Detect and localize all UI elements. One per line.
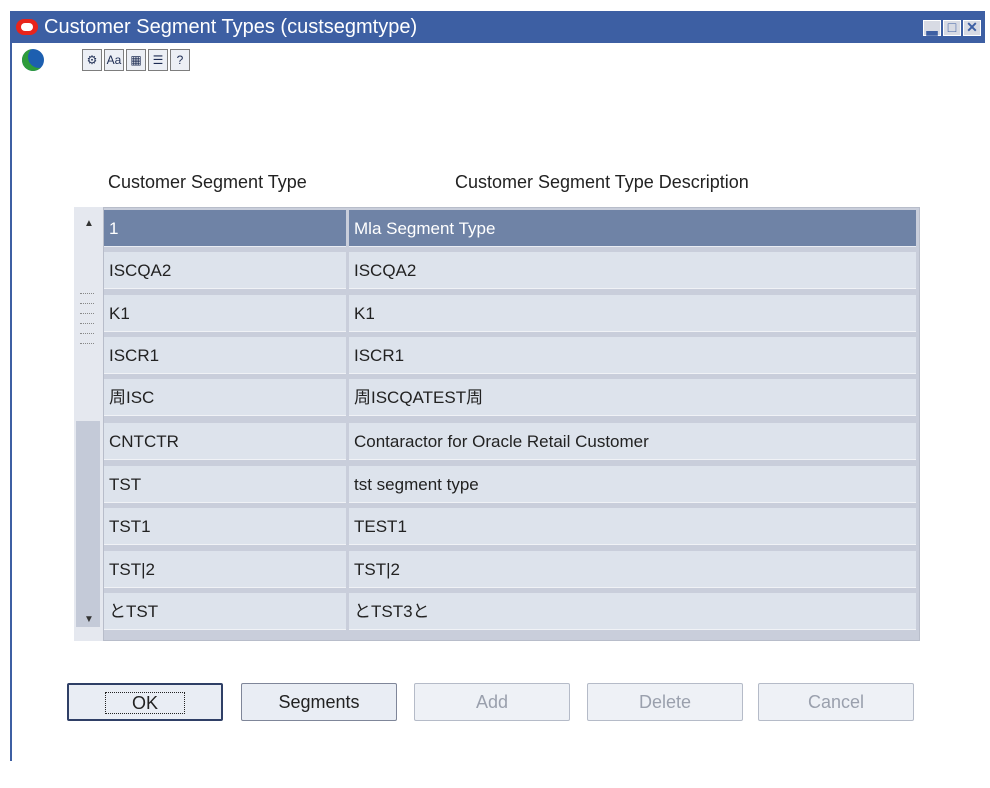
scroll-down-arrow-icon[interactable]: ▼: [81, 613, 97, 627]
oracle-logo-icon: [16, 19, 38, 35]
toolbar: ⚙ Aa ▦ ☰ ?: [10, 43, 985, 93]
close-button[interactable]: ✕: [963, 20, 981, 36]
add-button[interactable]: Add: [414, 683, 570, 721]
segment-description-cell[interactable]: tst segment type: [349, 466, 916, 503]
calendar-icon[interactable]: ▦: [126, 49, 146, 71]
table-row[interactable]: ISCR1 ISCR1: [104, 334, 916, 374]
scroll-up-arrow-icon[interactable]: ▲: [81, 217, 97, 231]
column-header-description: Customer Segment Type Description: [455, 172, 749, 192]
table-row[interactable]: ISCQA2 ISCQA2: [104, 249, 916, 289]
window-left-border: [10, 93, 12, 761]
scroll-grip-icon: [80, 343, 94, 346]
segment-type-cell[interactable]: TST1: [104, 508, 346, 545]
segment-description-cell[interactable]: K1: [349, 295, 916, 332]
scroll-grip-icon: [80, 313, 94, 316]
table-row[interactable]: K1 K1: [104, 292, 916, 332]
table-row[interactable]: 1 Mla Segment Type: [104, 207, 916, 247]
cancel-button[interactable]: Cancel: [758, 683, 914, 721]
segment-type-cell[interactable]: とTST: [104, 593, 346, 630]
segment-type-cell[interactable]: ISCQA2: [104, 252, 346, 289]
segment-type-cell[interactable]: TST: [104, 466, 346, 503]
ok-button-label: OK: [104, 692, 185, 714]
maximize-button[interactable]: □: [943, 20, 961, 36]
ok-button[interactable]: OK: [67, 683, 223, 721]
customer-segment-types-window: Customer Segment Types (custsegmtype) ▂ …: [0, 0, 990, 788]
segment-description-cell[interactable]: 周ISCQATEST周: [349, 379, 916, 416]
segment-description-cell[interactable]: ISCQA2: [349, 252, 916, 289]
scroll-grip-icon: [80, 323, 94, 326]
table-row[interactable]: TST1 TEST1: [104, 505, 916, 545]
segments-button[interactable]: Segments: [241, 683, 397, 721]
table-row[interactable]: 周ISC 周ISCQATEST周: [104, 376, 916, 416]
segment-type-cell[interactable]: ISCR1: [104, 337, 346, 374]
segment-description-cell[interactable]: Mla Segment Type: [349, 210, 916, 247]
table-row[interactable]: TST tst segment type: [104, 463, 916, 503]
translate-icon[interactable]: Aa: [104, 49, 124, 71]
notes-icon[interactable]: ☰: [148, 49, 168, 71]
segment-type-cell[interactable]: 1: [104, 210, 346, 247]
column-header-type: Customer Segment Type: [108, 172, 307, 192]
segment-description-cell[interactable]: とTST3と: [349, 593, 916, 630]
help-icon[interactable]: ?: [170, 49, 190, 71]
table-row[interactable]: TST|2 TST|2: [104, 548, 916, 588]
segment-description-cell[interactable]: Contaractor for Oracle Retail Customer: [349, 423, 916, 460]
scroll-grip-icon: [80, 293, 94, 296]
segment-description-cell[interactable]: ISCR1: [349, 337, 916, 374]
window-title: Customer Segment Types (custsegmtype): [44, 16, 418, 38]
segment-description-cell[interactable]: TST|2: [349, 551, 916, 588]
table-row[interactable]: CNTCTR Contaractor for Oracle Retail Cus…: [104, 420, 916, 460]
scroll-grip-icon: [80, 303, 94, 306]
action-icon[interactable]: ⚙: [82, 49, 102, 71]
segment-type-cell[interactable]: TST|2: [104, 551, 346, 588]
scroll-grip-icon: [80, 333, 94, 336]
title-bar[interactable]: Customer Segment Types (custsegmtype) ▂ …: [10, 11, 985, 43]
globe-icon[interactable]: [22, 49, 44, 71]
segment-description-cell[interactable]: TEST1: [349, 508, 916, 545]
segment-type-cell[interactable]: 周ISC: [104, 379, 346, 416]
table-row[interactable]: とTST とTST3と: [104, 590, 916, 630]
delete-button[interactable]: Delete: [587, 683, 743, 721]
segment-type-cell[interactable]: CNTCTR: [104, 423, 346, 460]
table-scrollbar[interactable]: ▲ ▼: [74, 207, 104, 641]
segment-type-cell[interactable]: K1: [104, 295, 346, 332]
scroll-track[interactable]: [76, 421, 100, 627]
minimize-button[interactable]: ▂: [923, 20, 941, 36]
